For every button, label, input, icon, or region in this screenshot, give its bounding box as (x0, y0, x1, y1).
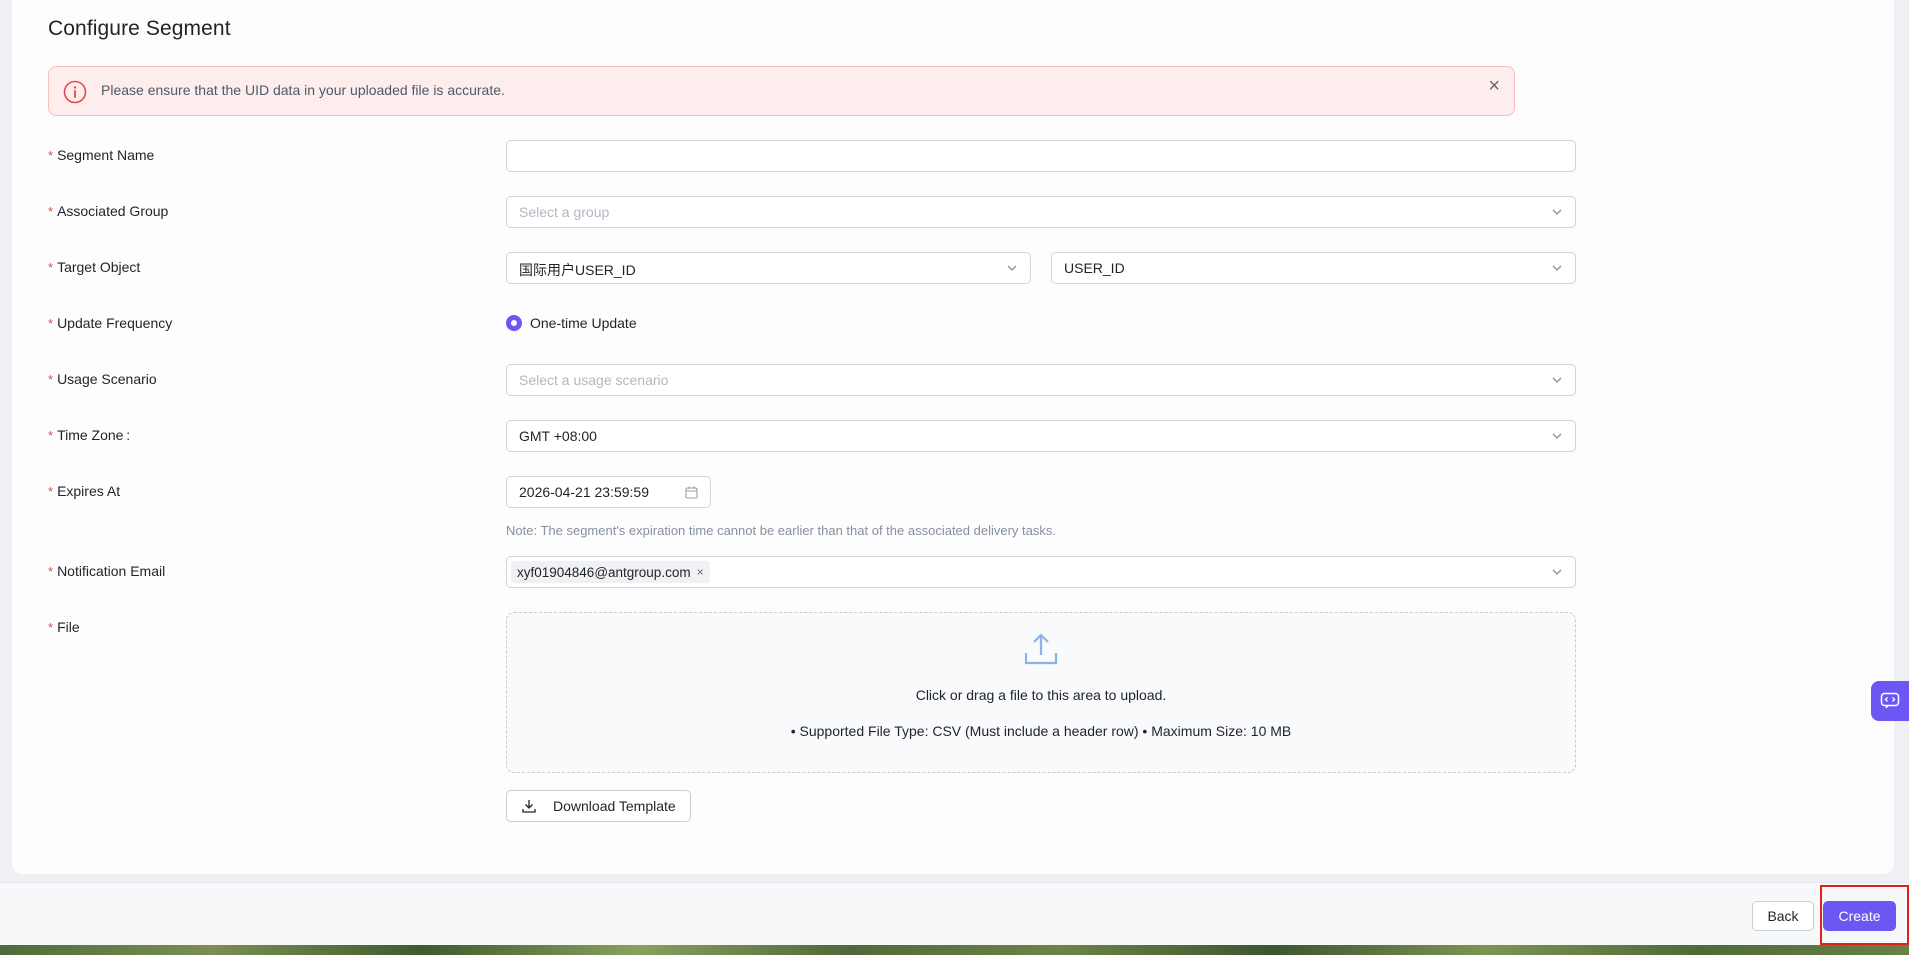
file-upload-dropzone[interactable]: Click or drag a file to this area to upl… (506, 612, 1576, 773)
usage-scenario-label: * Usage Scenario (48, 371, 157, 387)
target-object-type-select[interactable]: 国际用户USER_ID (506, 252, 1031, 284)
chevron-down-icon (1552, 265, 1562, 271)
required-mark: * (48, 428, 54, 443)
required-mark: * (48, 204, 54, 219)
chevron-down-icon (1552, 377, 1562, 383)
info-icon (63, 80, 87, 104)
required-mark: * (48, 372, 54, 387)
segment-name-label: * Segment Name (48, 147, 155, 163)
info-alert: Please ensure that the UID data in your … (48, 66, 1515, 116)
notification-email-select[interactable]: xyf01904846@antgroup.com × (506, 556, 1576, 588)
one-time-update-radio[interactable] (506, 315, 522, 331)
page-title: Configure Segment (48, 17, 231, 40)
email-tag: xyf01904846@antgroup.com × (511, 561, 710, 583)
required-mark: * (48, 316, 54, 331)
required-mark: * (48, 484, 54, 499)
usage-scenario-placeholder: Select a usage scenario (519, 372, 669, 388)
time-zone-label: * Time Zone : (48, 427, 131, 443)
time-zone-select[interactable]: GMT +08:00 (506, 420, 1576, 452)
alert-message: Please ensure that the UID data in your … (101, 82, 505, 98)
required-mark: * (48, 260, 54, 275)
configure-segment-card: Configure Segment Please ensure that the… (12, 0, 1894, 874)
one-time-update-label[interactable]: One-time Update (530, 315, 637, 331)
chevron-down-icon (1552, 433, 1562, 439)
download-template-button[interactable]: Download Template (506, 790, 691, 822)
associated-group-select[interactable]: Select a group (506, 196, 1576, 228)
required-mark: * (48, 620, 54, 635)
form-footer: Back Create (0, 882, 1909, 945)
assistant-widget-button[interactable] (1871, 681, 1909, 721)
back-button[interactable]: Back (1752, 901, 1814, 931)
target-object-label: * Target Object (48, 259, 141, 275)
target-object-id-select[interactable]: USER_ID (1051, 252, 1576, 284)
notification-email-label: * Notification Email (48, 563, 166, 579)
associated-group-placeholder: Select a group (519, 204, 610, 220)
upload-instruction: Click or drag a file to this area to upl… (915, 687, 1167, 703)
expires-at-date-picker[interactable]: 2026-04-21 23:59:59 (506, 476, 711, 508)
chat-code-icon (1880, 692, 1900, 709)
background-strip (0, 945, 1909, 955)
close-icon[interactable]: × (1488, 76, 1500, 96)
chevron-down-icon (1552, 569, 1562, 575)
remove-tag-icon[interactable]: × (697, 565, 704, 579)
required-mark: * (48, 564, 54, 579)
email-tag-text: xyf01904846@antgroup.com (517, 564, 691, 580)
required-mark: * (48, 148, 54, 163)
chevron-down-icon (1007, 265, 1017, 271)
download-icon (522, 800, 536, 813)
chevron-down-icon (1552, 209, 1562, 215)
expires-at-note: Note: The segment's expiration time cann… (506, 523, 1056, 538)
update-frequency-label: * Update Frequency (48, 315, 173, 331)
expires-at-label: * Expires At (48, 483, 121, 499)
file-label: * File (48, 619, 80, 635)
upload-icon (1024, 633, 1058, 665)
usage-scenario-select[interactable]: Select a usage scenario (506, 364, 1576, 396)
create-button[interactable]: Create (1823, 901, 1896, 931)
associated-group-label: * Associated Group (48, 203, 169, 219)
segment-name-input[interactable] (506, 140, 1576, 172)
upload-requirements: • Supported File Type: CSV (Must include… (790, 723, 1292, 739)
calendar-icon (685, 486, 698, 499)
